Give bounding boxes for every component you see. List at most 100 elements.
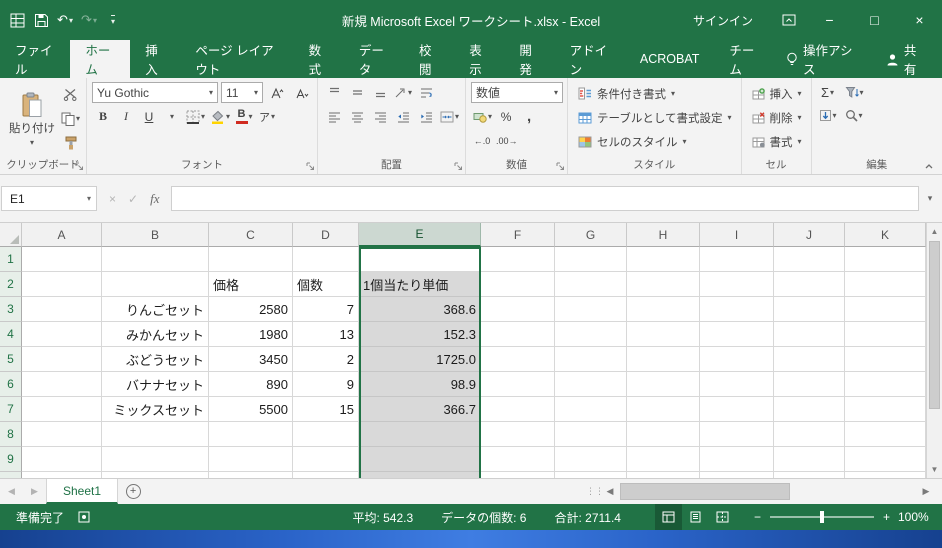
cell-G1[interactable]: [555, 247, 627, 272]
cell-C10[interactable]: [209, 472, 293, 478]
cell-F4[interactable]: [481, 322, 555, 347]
orientation-dropdown-icon[interactable]: ▾: [408, 88, 412, 97]
format-painter-button[interactable]: [59, 132, 82, 153]
horizontal-scrollbar[interactable]: ⋮⋮ ◀ ▶: [590, 479, 942, 504]
zoom-slider[interactable]: [770, 516, 874, 518]
fill-color-button[interactable]: ▾: [208, 106, 232, 127]
cell-D6[interactable]: 9: [293, 372, 359, 397]
increase-font-button[interactable]: [266, 82, 288, 103]
find-dropdown-icon[interactable]: ▾: [859, 111, 863, 120]
column-header-J[interactable]: J: [774, 223, 845, 247]
cell-C2[interactable]: 価格: [209, 272, 293, 297]
cell-E6[interactable]: 98.9: [359, 372, 481, 397]
cell-A9[interactable]: [22, 447, 102, 472]
ribbon-tab-アドイン[interactable]: アドイン: [555, 40, 625, 78]
cell-K9[interactable]: [845, 447, 926, 472]
maximize-button[interactable]: □: [852, 0, 897, 40]
cell-J5[interactable]: [774, 347, 845, 372]
cell-F2[interactable]: [481, 272, 555, 297]
cell-E1[interactable]: [359, 247, 481, 272]
cell-A7[interactable]: [22, 397, 102, 422]
cell-H6[interactable]: [627, 372, 700, 397]
cell-F6[interactable]: [481, 372, 555, 397]
macro-record-button[interactable]: [78, 511, 90, 523]
cell-I2[interactable]: [700, 272, 774, 297]
percent-style-button[interactable]: %: [495, 106, 517, 127]
cell-K10[interactable]: [845, 472, 926, 478]
cell-K8[interactable]: [845, 422, 926, 447]
cell-E2[interactable]: 1個当たり単価: [359, 272, 481, 297]
format-cells-button[interactable]: 書式 ▾: [747, 130, 807, 153]
cell-I9[interactable]: [700, 447, 774, 472]
close-button[interactable]: ×: [897, 0, 942, 40]
name-box-dropdown-icon[interactable]: ▾: [82, 194, 96, 203]
enter-button[interactable]: ✓: [128, 192, 138, 206]
cell-G2[interactable]: [555, 272, 627, 297]
cell-J6[interactable]: [774, 372, 845, 397]
cell-C9[interactable]: [209, 447, 293, 472]
phonetic-dropdown-icon[interactable]: ▾: [271, 112, 275, 121]
cell-G5[interactable]: [555, 347, 627, 372]
cell-F9[interactable]: [481, 447, 555, 472]
cell-B8[interactable]: [102, 422, 209, 447]
cell-I3[interactable]: [700, 297, 774, 322]
cell-H1[interactable]: [627, 247, 700, 272]
ribbon-tab-ファイル[interactable]: ファイル: [0, 40, 70, 78]
undo-dropdown-icon[interactable]: ▾: [69, 16, 73, 25]
cell-D9[interactable]: [293, 447, 359, 472]
cell-J8[interactable]: [774, 422, 845, 447]
ribbon-display-options-button[interactable]: [771, 0, 807, 40]
cell-C1[interactable]: [209, 247, 293, 272]
cell-H10[interactable]: [627, 472, 700, 478]
ribbon-tab-ページ レイアウト[interactable]: ページ レイアウト: [180, 40, 293, 78]
cell-G6[interactable]: [555, 372, 627, 397]
cell-K1[interactable]: [845, 247, 926, 272]
cell-D2[interactable]: 個数: [293, 272, 359, 297]
redo-button[interactable]: ↷ ▾: [78, 7, 100, 33]
align-center-button[interactable]: [346, 106, 368, 127]
cell-C8[interactable]: [209, 422, 293, 447]
zoom-in-button[interactable]: +: [883, 510, 890, 524]
scroll-up-button[interactable]: ▲: [927, 223, 942, 240]
cell-K5[interactable]: [845, 347, 926, 372]
merge-center-button[interactable]: ▾: [438, 106, 461, 127]
scroll-left-button[interactable]: ◀: [600, 486, 620, 497]
cell-G4[interactable]: [555, 322, 627, 347]
column-header-E[interactable]: E: [359, 223, 481, 247]
italic-button[interactable]: I: [115, 106, 137, 127]
row-header-10[interactable]: 10: [0, 472, 22, 478]
cell-H9[interactable]: [627, 447, 700, 472]
cell-D4[interactable]: 13: [293, 322, 359, 347]
row-header-8[interactable]: 8: [0, 422, 22, 447]
customize-qat-button[interactable]: ▾: [102, 7, 124, 33]
row-header-9[interactable]: 9: [0, 447, 22, 472]
zoom-level[interactable]: 100%: [898, 510, 942, 524]
cell-A8[interactable]: [22, 422, 102, 447]
row-header-2[interactable]: 2: [0, 272, 22, 297]
cell-G7[interactable]: [555, 397, 627, 422]
ribbon-tab-ACROBAT[interactable]: ACROBAT: [625, 40, 715, 78]
cell-D3[interactable]: 7: [293, 297, 359, 322]
vertical-scrollbar[interactable]: ▲ ▼: [926, 223, 942, 478]
row-header-7[interactable]: 7: [0, 397, 22, 422]
cell-K4[interactable]: [845, 322, 926, 347]
cell-A6[interactable]: [22, 372, 102, 397]
cell-G3[interactable]: [555, 297, 627, 322]
number-dialog-launcher[interactable]: [556, 162, 565, 171]
cell-K2[interactable]: [845, 272, 926, 297]
underline-dropdown-icon[interactable]: ▾: [170, 112, 174, 121]
zoom-out-button[interactable]: −: [754, 510, 761, 524]
insert-cells-button[interactable]: 挿入 ▾: [747, 82, 807, 105]
cell-A1[interactable]: [22, 247, 102, 272]
cell-D5[interactable]: 2: [293, 347, 359, 372]
cell-J4[interactable]: [774, 322, 845, 347]
decrease-font-button[interactable]: [291, 82, 313, 103]
cell-F1[interactable]: [481, 247, 555, 272]
cell-G9[interactable]: [555, 447, 627, 472]
cell-I7[interactable]: [700, 397, 774, 422]
cell-K3[interactable]: [845, 297, 926, 322]
column-header-C[interactable]: C: [209, 223, 293, 247]
cell-F5[interactable]: [481, 347, 555, 372]
cell-A2[interactable]: [22, 272, 102, 297]
bold-button[interactable]: B: [92, 106, 114, 127]
